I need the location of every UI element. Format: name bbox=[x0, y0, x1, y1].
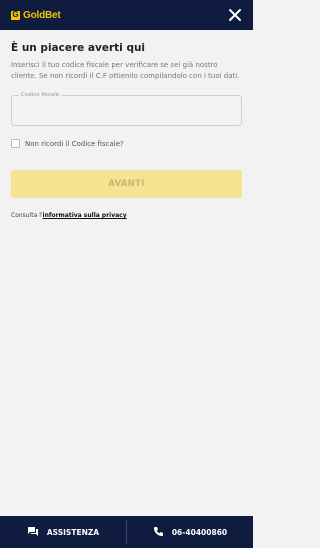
close-icon[interactable] bbox=[227, 7, 243, 23]
codice-fiscale-input[interactable] bbox=[12, 96, 241, 125]
page-title: È un piacere averti qui bbox=[11, 42, 146, 54]
assistance-button[interactable]: ASSISTENZA bbox=[0, 516, 126, 548]
top-bar: G GoldBet bbox=[0, 0, 253, 30]
phone-label: 06-40400860 bbox=[171, 527, 228, 537]
codice-fiscale-field: Codice fiscale bbox=[11, 91, 242, 126]
chat-icon bbox=[27, 526, 39, 539]
goldbet-logo: G GoldBet bbox=[11, 10, 61, 21]
phone-button[interactable]: 06-40400860 bbox=[127, 516, 253, 548]
privacy-note: Consulta l'informativa sulla privacy bbox=[11, 212, 242, 219]
privacy-prefix: Consulta l' bbox=[11, 212, 43, 219]
codice-fiscale-label: Codice fiscale bbox=[19, 91, 62, 99]
page-description: Inserisci il tuo codice fiscale per veri… bbox=[11, 61, 240, 80]
forgot-cf-label[interactable]: Non ricordi il Codice fiscale? bbox=[25, 140, 124, 148]
forgot-cf-row[interactable]: Non ricordi il Codice fiscale? bbox=[11, 139, 242, 148]
bottom-bar: ASSISTENZA 06-40400860 bbox=[0, 516, 253, 548]
main-content: È un piacere averti qui Inserisci il tuo… bbox=[0, 30, 253, 219]
forgot-cf-checkbox[interactable] bbox=[11, 139, 20, 148]
privacy-link[interactable]: informativa sulla privacy bbox=[43, 212, 127, 219]
phone-icon bbox=[153, 526, 164, 539]
assistance-label: ASSISTENZA bbox=[46, 527, 100, 537]
logo-mark: G bbox=[11, 10, 20, 20]
avanti-button[interactable]: AVANTI bbox=[11, 170, 242, 198]
logo-text: GoldBet bbox=[23, 9, 61, 21]
